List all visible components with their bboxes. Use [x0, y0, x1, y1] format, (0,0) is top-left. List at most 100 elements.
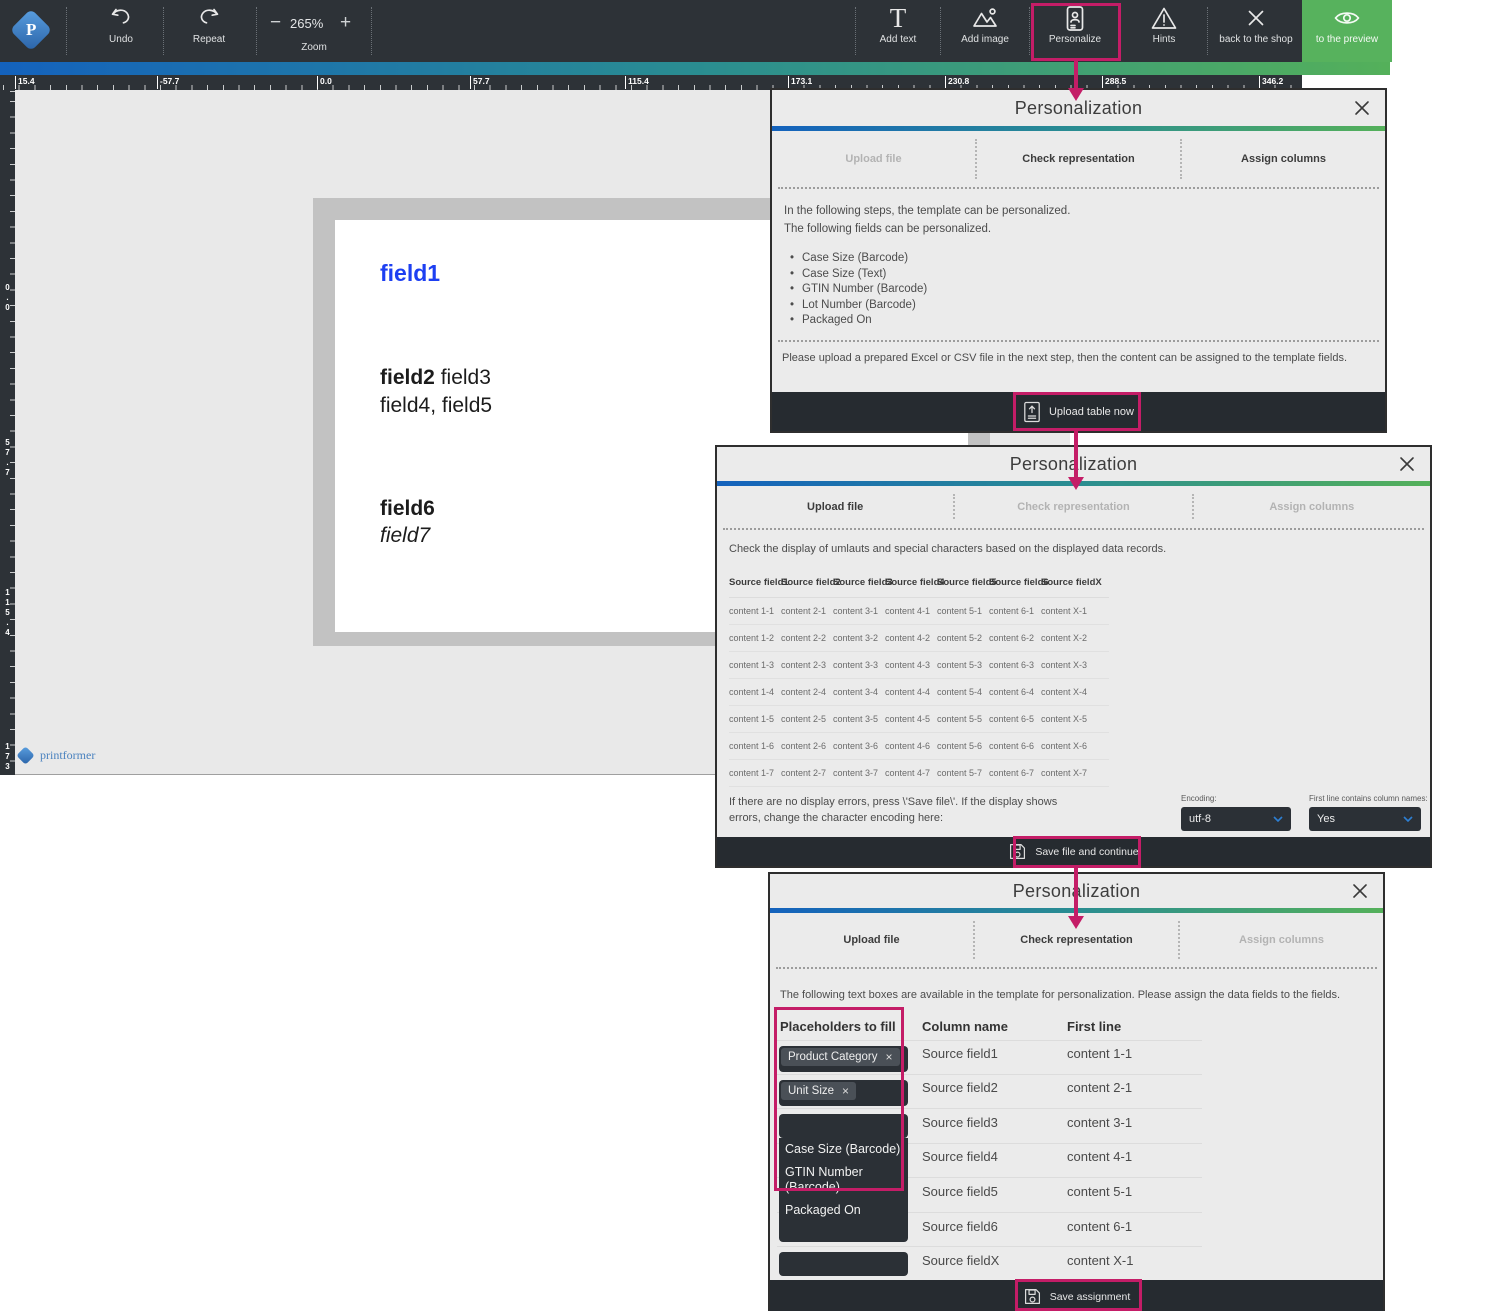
source-field-name: Source field1	[922, 1046, 998, 1061]
list-item: Packaged On	[786, 313, 927, 329]
undo-label: Undo	[109, 34, 133, 45]
placeholder-input-field3[interactable]	[779, 1114, 908, 1138]
placeholder-input-fieldX[interactable]	[779, 1252, 908, 1276]
to-preview-label: to the preview	[1316, 34, 1378, 45]
personalization-dialog-step1: Personalization Upload file Check repres…	[770, 88, 1387, 433]
placeholder-input-field1[interactable]: Product Category ×	[779, 1046, 908, 1072]
close-icon[interactable]	[1398, 455, 1416, 473]
dropdown-option[interactable]: GTIN Number (Barcode)	[779, 1161, 908, 1199]
table-cell: content 2-3	[781, 660, 833, 670]
ruler-label: 115.4	[625, 76, 649, 89]
ruler-label: 0.0	[1, 283, 13, 313]
hints-warning-icon	[1149, 0, 1179, 36]
table-cell: content 3-5	[833, 714, 885, 724]
add-text-button[interactable]: T Add text	[858, 0, 938, 62]
personalize-button[interactable]: Personalize	[1032, 0, 1118, 62]
zoom-out-button[interactable]: −	[270, 14, 281, 32]
repeat-icon	[195, 0, 223, 36]
hints-label: Hints	[1153, 34, 1176, 45]
list-item: Case Size (Barcode)	[786, 251, 927, 267]
source-field-name: Source field3	[922, 1115, 998, 1130]
row-divider	[777, 1074, 1202, 1075]
column-header: Source field2	[781, 577, 833, 588]
table-row: content 1-6 content 2-6 content 3-6 cont…	[729, 733, 1109, 760]
save-assignment-button[interactable]: Save assignment	[1023, 1287, 1131, 1306]
source-field-name: Source fieldX	[922, 1253, 999, 1268]
preview-table: Source field1Source field2Source field3S…	[729, 567, 1109, 792]
intro-line-2: The following fields can be personalized…	[784, 220, 1373, 238]
firstline-value: Yes	[1317, 813, 1335, 825]
repeat-button[interactable]: Repeat	[171, 0, 247, 62]
hints-button[interactable]: Hints	[1123, 0, 1205, 62]
template-field3[interactable]: field3	[441, 366, 491, 389]
table-row: content 1-3 content 2-3 content 3-3 cont…	[729, 652, 1109, 679]
undo-icon	[107, 0, 135, 36]
table-cell: content 6-5	[989, 714, 1041, 724]
printformer-logo-icon[interactable]: P	[16, 12, 46, 48]
template-field2-3[interactable]: field2 field3	[380, 366, 491, 390]
tab-assign-columns[interactable]: Assign columns	[1182, 131, 1385, 187]
printformer-logo-text: printformer	[40, 748, 95, 763]
template-field4-5[interactable]: field4, field5	[380, 394, 492, 418]
template-field1[interactable]: field1	[380, 260, 440, 287]
remove-icon[interactable]: ×	[886, 1050, 893, 1064]
dialog-footer: Upload table now	[772, 392, 1385, 431]
tab-assign-columns[interactable]: Assign columns	[1180, 913, 1383, 967]
annotation-arrow-line	[1074, 430, 1078, 478]
tab-upload-file[interactable]: Upload file	[772, 131, 975, 187]
dropdown-option[interactable]: Packaged On	[779, 1199, 908, 1222]
dropdown-option[interactable]: Case Size (Barcode)	[779, 1138, 908, 1161]
tab-check-representation[interactable]: Check representation	[977, 131, 1180, 187]
encoding-select[interactable]: utf-8	[1181, 807, 1291, 831]
source-field-name: Source field4	[922, 1149, 998, 1164]
upload-table-now-button[interactable]: Upload table now	[1023, 401, 1134, 423]
add-image-label: Add image	[961, 34, 1009, 45]
table-cell: content X-6	[1041, 741, 1093, 751]
first-line-value: content X-1	[1067, 1253, 1134, 1268]
close-icon[interactable]	[1351, 882, 1369, 900]
to-preview-button[interactable]: to the preview	[1302, 0, 1392, 62]
chevron-down-icon	[1273, 816, 1283, 822]
back-to-shop-button[interactable]: back to the shop	[1210, 0, 1302, 62]
close-icon[interactable]	[1353, 99, 1371, 117]
remove-icon[interactable]: ×	[842, 1084, 849, 1098]
list-item: Case Size (Text)	[786, 267, 927, 283]
table-cell: content 4-5	[885, 714, 937, 724]
table-cell: content 1-3	[729, 660, 781, 670]
zoom-in-button[interactable]: +	[340, 14, 351, 32]
table-cell: content 5-7	[937, 768, 989, 778]
eye-icon	[1332, 0, 1362, 36]
table-cell: content 3-4	[833, 687, 885, 697]
ruler-label: 57.7	[470, 76, 490, 89]
template-field6[interactable]: field6	[380, 497, 435, 521]
tab-upload-file[interactable]: Upload file	[717, 486, 953, 527]
table-cell: content X-2	[1041, 633, 1093, 643]
upload-table-now-label: Upload table now	[1049, 406, 1134, 418]
placeholder-input-field2[interactable]: Unit Size ×	[779, 1080, 908, 1106]
repeat-label: Repeat	[193, 34, 225, 45]
table-cell: content 4-3	[885, 660, 937, 670]
annotation-arrow-head	[1068, 916, 1084, 929]
zoom-value: 265%	[290, 16, 323, 31]
add-image-button[interactable]: Add image	[943, 0, 1027, 62]
firstline-select[interactable]: Yes	[1309, 807, 1421, 831]
column-header: Source field5	[937, 577, 989, 588]
table-cell: content 3-1	[833, 606, 885, 616]
table-cell: content 4-6	[885, 741, 937, 751]
undo-button[interactable]: Undo	[84, 0, 158, 62]
template-field2[interactable]: field2	[380, 366, 435, 389]
table-cell: content 6-6	[989, 741, 1041, 751]
tab-check-representation[interactable]: Check representation	[955, 486, 1191, 527]
column-header: Source field4	[885, 577, 937, 588]
toolbar-divider	[66, 7, 67, 55]
source-field-name: Source field2	[922, 1080, 998, 1095]
save-icon	[1008, 842, 1027, 861]
tab-assign-columns[interactable]: Assign columns	[1194, 486, 1430, 527]
vertical-ruler: 0.0 57.7 115.4 173.1	[0, 90, 15, 775]
check-instruction: Check the display of umlauts and special…	[729, 541, 1166, 559]
tab-upload-file[interactable]: Upload file	[770, 913, 973, 967]
dropdown-options: Case Size (Barcode)GTIN Number (Barcode)…	[779, 1138, 908, 1222]
template-field7[interactable]: field7	[380, 524, 430, 548]
header-column-name: Column name	[922, 1019, 1008, 1034]
save-file-continue-button[interactable]: Save file and continue	[1008, 842, 1138, 861]
